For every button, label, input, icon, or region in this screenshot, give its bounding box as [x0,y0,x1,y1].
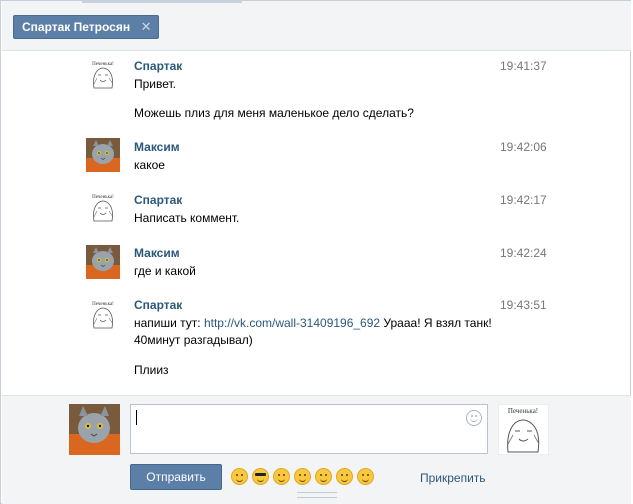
message-text: напиши тут: http://vk.com/wall-31409196_… [134,315,494,349]
wink-emoji-icon[interactable] [231,468,248,485]
avatar[interactable] [86,138,120,172]
kissing-emoji-icon[interactable] [357,468,374,485]
message-text: какое [134,158,165,172]
participant-chip[interactable]: Спартак Петросян ✕ [13,15,160,39]
close-icon[interactable]: ✕ [140,20,152,33]
avatar[interactable]: Печенька! [86,58,120,92]
message-author[interactable]: Спартак [134,193,182,207]
message-composer: Печенька! Отправить Прикрепить [2,395,631,504]
avatar[interactable]: Печенька! [86,298,120,332]
svg-text:Печенька!: Печенька! [92,62,114,67]
message-text: Написать коммент. [134,211,240,225]
avatar[interactable] [86,245,120,279]
message-list: Печенька! Спартак 19:41:37 Привет. Можеш… [2,52,631,395]
emoji-bar [231,468,378,486]
attach-link[interactable]: Прикрепить [420,471,486,485]
blush-emoji-icon[interactable] [315,468,332,485]
my-avatar[interactable] [69,404,120,455]
svg-text:Печенька!: Печенька! [92,195,114,200]
message-text: Можешь плиз для меня маленькое дело сдел… [134,106,414,120]
message-text: где и какой [134,264,196,278]
text-caret [136,410,137,425]
message-text: Плииз [134,363,169,377]
message-author[interactable]: Максим [134,140,180,154]
message-author[interactable]: Максим [134,246,180,260]
message-time: 19:43:51 [500,298,547,312]
avatar[interactable]: Печенька! [86,191,120,225]
message-text-prefix: напиши тут: [134,316,204,330]
message-text: Привет. [134,77,177,91]
message-author[interactable]: Спартак [134,298,182,312]
participant-chip-label: Спартак Петросян [22,20,131,34]
message-time: 19:42:24 [500,246,547,260]
message-time: 19:42:06 [500,140,547,154]
svg-text:Печенька!: Печенька! [508,407,538,415]
message-link[interactable]: http://vk.com/wall-31409196_692 [204,316,380,330]
message-input[interactable] [130,404,488,454]
smile-icon[interactable] [466,410,482,426]
chat-header: Спартак Петросян ✕ [2,1,631,51]
laughing-emoji-icon[interactable] [294,468,311,485]
svg-text:Печенька!: Печенька! [92,302,114,307]
send-button[interactable]: Отправить [130,464,222,490]
chat-window: Спартак Петросян ✕ Печенька! Спартак 19:… [0,0,631,504]
sunglasses-emoji-icon[interactable] [252,468,269,485]
message-time: 19:41:37 [500,59,547,73]
header-tab-indicator [82,1,242,3]
resize-handle[interactable] [297,492,337,498]
grin-emoji-icon[interactable] [273,468,290,485]
message-time: 19:42:17 [500,193,547,207]
flushed-emoji-icon[interactable] [336,468,353,485]
message-author[interactable]: Спартак [134,59,182,73]
peer-avatar[interactable]: Печенька! [498,404,549,455]
